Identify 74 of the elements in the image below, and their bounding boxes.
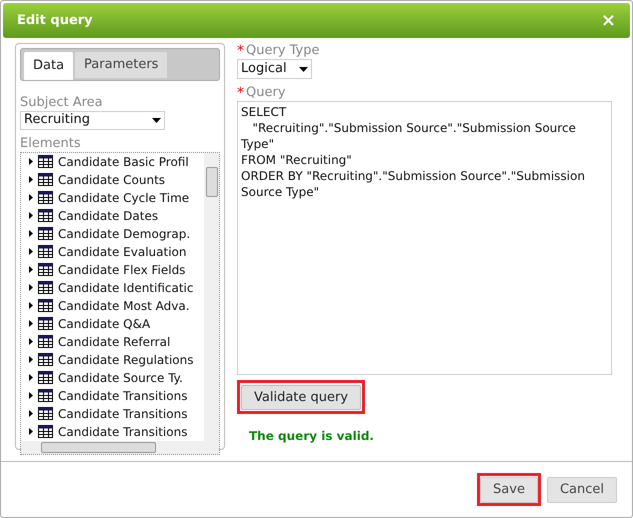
subject-area-dropdown[interactable]: Recruiting <box>20 110 165 130</box>
expand-icon <box>29 338 33 345</box>
query-text: ORDER BY "Recruiting"."Submission Source"."Submission <box>241 168 585 184</box>
expand-icon <box>29 266 33 273</box>
expand-icon <box>29 392 33 399</box>
dialog-button[interactable]: Cancel <box>546 476 617 503</box>
table-icon <box>38 191 53 204</box>
table-icon <box>38 227 53 240</box>
table-icon <box>38 155 53 168</box>
table-icon <box>38 317 53 330</box>
tree-item[interactable]: Candidate Evaluation <box>29 242 204 260</box>
expand-icon <box>29 356 33 363</box>
expand-icon <box>29 320 33 327</box>
table-icon <box>38 407 53 420</box>
field-label: Query Type <box>246 43 320 59</box>
dialog-button[interactable]: Save <box>480 476 538 503</box>
table-icon <box>38 281 53 294</box>
table-icon <box>38 371 53 384</box>
table-icon <box>38 389 53 402</box>
table-icon <box>38 263 53 276</box>
expand-icon <box>29 410 33 417</box>
tree-item[interactable]: Candidate Counts <box>29 170 204 188</box>
vertical-scrollbar[interactable] <box>204 152 219 440</box>
field-label: Elements <box>20 136 82 152</box>
expand-icon <box>29 230 33 237</box>
expand-icon <box>29 194 33 201</box>
tree-item[interactable]: Candidate Source Ty. <box>29 368 204 386</box>
field-label: Query <box>246 85 286 101</box>
query-text: FROM "Recruiting" <box>241 152 352 168</box>
expand-icon <box>29 176 33 183</box>
required-mark: * <box>237 86 244 100</box>
expand-icon <box>29 248 33 255</box>
tree-item[interactable]: Candidate Flex Fields <box>29 260 204 278</box>
table-icon <box>38 425 53 438</box>
validate-query-button[interactable]: Validate query <box>241 385 362 410</box>
tab[interactable]: Data <box>24 52 74 80</box>
caret-icon <box>152 118 161 122</box>
tree-item[interactable]: Candidate Q&A <box>29 314 204 332</box>
status-message: The query is valid. <box>249 428 375 446</box>
tree-item[interactable]: Candidate Cycle Time <box>29 188 204 206</box>
table-icon <box>38 299 53 312</box>
field-label: Subject Area <box>20 94 104 110</box>
tree-item[interactable]: Candidate Referral <box>29 332 204 350</box>
query-text: "Recruiting"."Submission Source"."Submission Source <box>251 120 576 136</box>
dialog-title: Edit query <box>17 12 93 30</box>
caret-icon <box>299 66 308 72</box>
table-icon <box>38 353 53 366</box>
table-icon <box>38 335 53 348</box>
tree-item[interactable]: Candidate Transitions <box>29 422 204 440</box>
query-text: Source Type" <box>241 184 320 200</box>
expand-icon <box>29 302 33 309</box>
tree-item[interactable]: Candidate Basic Profil <box>29 152 204 170</box>
required-mark: * <box>237 44 244 58</box>
tab[interactable]: Parameters <box>75 52 168 78</box>
expand-icon <box>29 212 33 219</box>
query-type-dropdown[interactable]: Logical <box>237 59 312 79</box>
tree-item[interactable]: Candidate Most Adva. <box>29 296 204 314</box>
expand-icon <box>29 428 33 435</box>
tree-item[interactable]: Candidate Dates <box>29 206 204 224</box>
query-text: SELECT <box>241 104 286 120</box>
tree-item[interactable]: Candidate Regulations <box>29 350 204 368</box>
table-icon <box>38 209 53 222</box>
expand-icon <box>29 158 33 165</box>
expand-icon <box>29 374 33 381</box>
tree-item[interactable]: Candidate Demograp. <box>29 224 204 242</box>
tree-item[interactable]: Candidate Transitions <box>29 404 204 422</box>
tree-item[interactable]: Candidate Identificatic <box>29 278 204 296</box>
table-icon <box>38 173 53 186</box>
query-field[interactable]: SELECT "Recruiting"."Submission Source"."Submission Source Type" FROM "Recruiting" ORDER BY "Recruiting"."Submission Source"."Submission Source Type" <box>237 101 612 375</box>
expand-icon <box>29 284 33 291</box>
table-icon <box>38 245 53 258</box>
query-text: Type" <box>241 136 274 152</box>
horizontal-scrollbar[interactable] <box>21 440 219 454</box>
tree-item[interactable]: Candidate Transitions <box>29 386 204 404</box>
